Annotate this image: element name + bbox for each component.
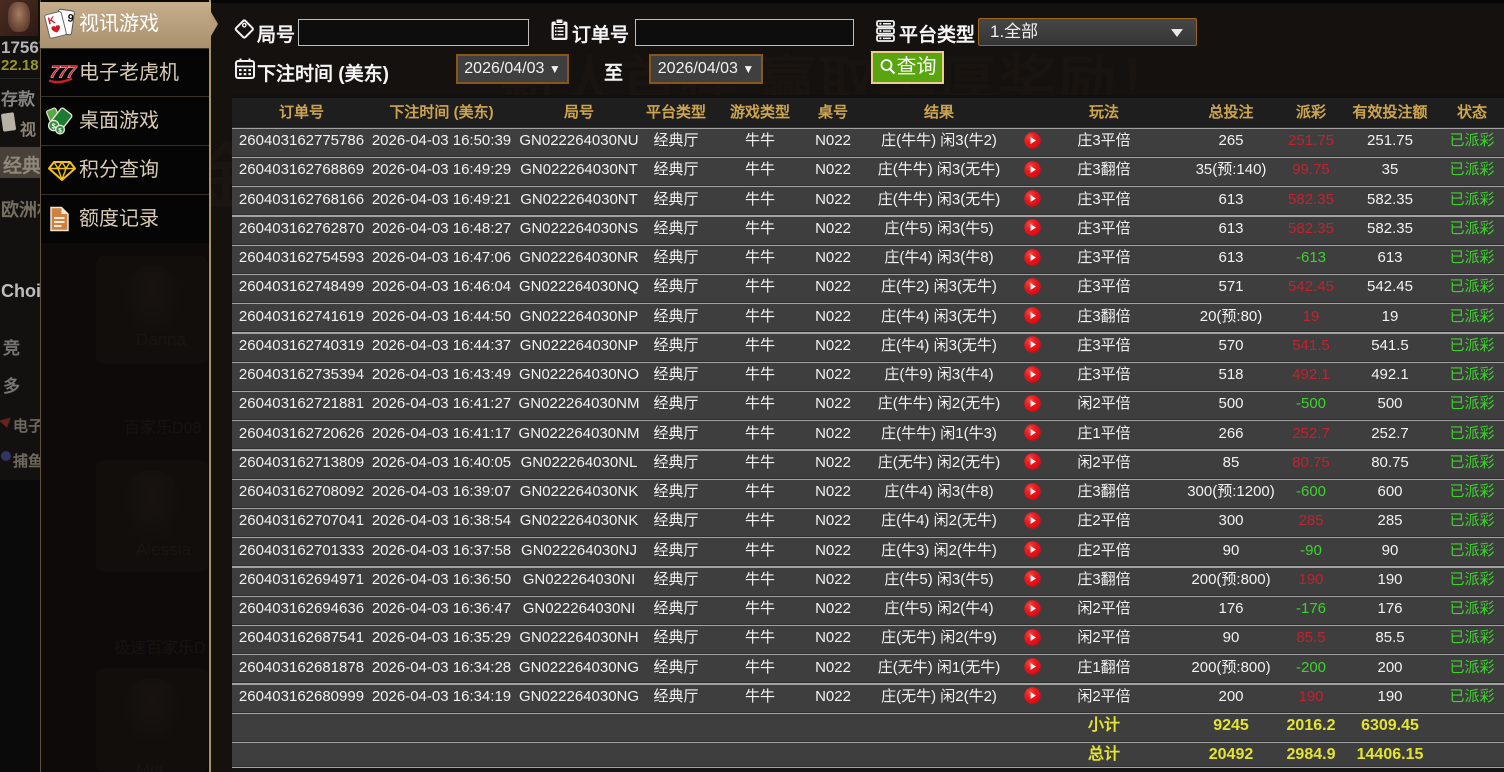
svg-text:$: $ — [58, 127, 62, 134]
svg-text:777: 777 — [47, 61, 78, 81]
